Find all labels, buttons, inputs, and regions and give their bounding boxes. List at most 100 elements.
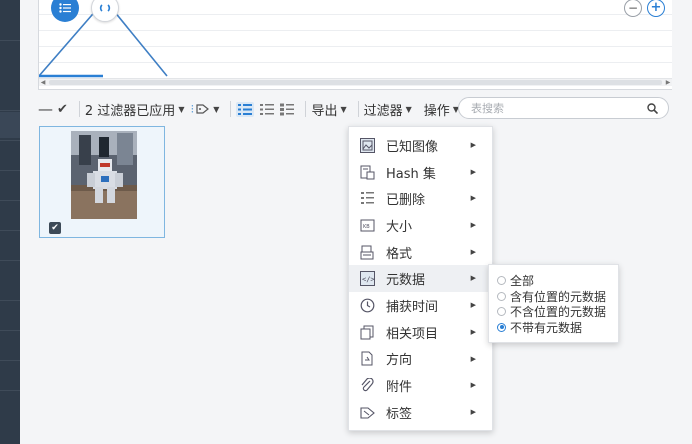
toolbar-divider (78, 101, 80, 117)
menu-item-attachment[interactable]: 附件 ▶ (349, 372, 492, 399)
scroll-left-icon[interactable]: ◀ (39, 79, 47, 87)
scrollbar-thumb[interactable] (49, 80, 662, 85)
metadata-icon: </> (359, 271, 375, 287)
related-items-icon (359, 324, 375, 340)
minus-icon: − (627, 1, 639, 15)
export-dropdown[interactable]: 导出 ▼ (311, 100, 346, 119)
search-icon[interactable] (647, 102, 658, 114)
submenu-arrow-icon: ▶ (470, 221, 476, 230)
rail-divider (0, 260, 20, 261)
submenu-arrow-icon: ▶ (470, 354, 476, 363)
rail-divider (0, 40, 20, 41)
list-view-button[interactable] (260, 103, 275, 116)
grid-view-button[interactable] (236, 101, 255, 117)
filter-label: 过滤器 (363, 103, 403, 119)
export-label: 导出 (311, 103, 338, 119)
menu-item-tag[interactable]: 标签 ▶ (349, 399, 492, 426)
view-detail-icon (238, 103, 253, 115)
action-label: 操作 (423, 103, 450, 119)
svg-text:KB: KB (363, 224, 370, 230)
submenu-arrow-icon: ▶ (470, 407, 476, 416)
tag-icon (196, 104, 210, 114)
rail-divider (0, 330, 20, 331)
menu-item-label: 已知图像 (386, 139, 439, 155)
menu-item-label: 标签 (386, 406, 413, 422)
rail-divider (0, 300, 20, 301)
deleted-icon (359, 191, 375, 207)
known-image-icon (359, 137, 375, 153)
menu-item-known-image[interactable]: 已知图像 ▶ (349, 132, 492, 159)
menu-item-orientation[interactable]: 方向 ▶ (349, 346, 492, 373)
submenu-arrow-icon: ▶ (470, 301, 476, 310)
metadata-submenu: 全部 含有位置的元数据 不含位置的元数据 不带有元数据 (488, 264, 619, 343)
table-view-button[interactable] (280, 103, 295, 116)
radio-label: 全部 (510, 274, 535, 289)
select-all-check-icon[interactable]: ✔ (57, 102, 68, 117)
submenu-arrow-icon: ▶ (470, 141, 476, 149)
tag-icon (359, 404, 375, 420)
filters-applied-label: 2 过滤器已应用 (84, 103, 176, 119)
menu-item-related-items[interactable]: 相关项目 ▶ (349, 319, 492, 346)
menu-item-capture-time[interactable]: 捕获时间 ▶ (349, 292, 492, 319)
rail-divider (0, 140, 20, 141)
filter-menu: 已知图像 ▶ Hash 集 ▶ 已删除 ▶ KB 大小 ▶ 格式 ▶ </> 元… (348, 126, 493, 431)
radio-button[interactable] (497, 291, 506, 301)
menu-item-size[interactable]: KB 大小 ▶ (349, 212, 492, 239)
view-list-icon (260, 103, 275, 115)
filter-dropdown[interactable]: 过滤器 ▼ (364, 100, 412, 119)
toolbar-divider (357, 101, 359, 117)
timeline-scrollbar[interactable]: ◀ ▶ (39, 78, 672, 86)
caret-down-icon: ▼ (213, 104, 220, 114)
menu-item-label: 方向 (386, 353, 413, 369)
clock-icon (359, 297, 375, 313)
results-toolbar: — ✔ 2 过滤器已应用 ▼ ⁝ ▼ 导出 ▼ 过滤器 ▼ 操作 ▼ 表搜索 (38, 97, 672, 121)
left-nav-rail (0, 0, 20, 444)
menu-item-format[interactable]: 格式 ▶ (349, 239, 492, 266)
submenu-arrow-icon: ▶ (470, 274, 476, 283)
rail-divider (0, 230, 20, 231)
hash-set-icon (359, 164, 375, 180)
menu-item-hash-set[interactable]: Hash 集 ▶ (349, 159, 492, 186)
search-input[interactable] (471, 101, 647, 115)
radio-button-selected[interactable] (497, 322, 506, 332)
metadata-option-without-location[interactable]: 不含位置的元数据 (497, 304, 618, 320)
rail-divider (0, 360, 20, 361)
metadata-option-with-location[interactable]: 含有位置的元数据 (497, 289, 618, 305)
menu-item-label: 大小 (386, 219, 413, 235)
menu-item-label: 已删除 (386, 193, 426, 209)
menu-item-label: Hash 集 (386, 166, 436, 182)
submenu-arrow-icon: ▶ (470, 327, 476, 336)
metadata-option-all[interactable]: 全部 (497, 273, 618, 289)
tag-filter-dropdown[interactable]: ⁝ ▼ (190, 102, 219, 116)
submenu-arrow-icon: ▶ (470, 167, 476, 176)
caret-down-icon: ▼ (405, 104, 412, 114)
thumbnail-photo (71, 131, 137, 219)
refresh-icon (99, 4, 111, 12)
metadata-option-no-metadata[interactable]: 不带有元数据 (497, 320, 618, 336)
radio-button[interactable] (497, 276, 506, 286)
action-dropdown[interactable]: 操作 ▼ (424, 100, 459, 119)
view-table-icon (280, 103, 295, 115)
deselect-all-icon[interactable]: — (38, 100, 53, 118)
toolbar-divider (305, 101, 307, 117)
rail-item-active[interactable] (0, 112, 20, 138)
format-icon (359, 244, 375, 260)
menu-item-deleted[interactable]: 已删除 ▶ (349, 185, 492, 212)
image-thumbnail[interactable]: ✔ (39, 126, 165, 238)
list-icon (59, 3, 71, 13)
menu-item-label: 相关项目 (386, 326, 439, 342)
rail-divider (0, 110, 20, 111)
tag-filter-faded-icon: ⁝ (190, 102, 195, 116)
radio-label: 不带有元数据 (510, 320, 583, 335)
rail-divider (0, 200, 20, 201)
table-search-box[interactable] (458, 97, 669, 119)
scroll-right-icon[interactable]: ▶ (664, 79, 672, 87)
svg-text:</>: </> (362, 276, 375, 284)
toolbar-divider (230, 101, 232, 117)
filters-applied-dropdown[interactable]: 2 过滤器已应用 ▼ (85, 100, 185, 119)
caret-down-icon: ▼ (178, 104, 185, 114)
radio-label: 含有位置的元数据 (510, 289, 607, 304)
menu-item-metadata[interactable]: </> 元数据 ▶ (349, 265, 492, 293)
radio-button[interactable] (497, 307, 506, 317)
thumbnail-checkbox[interactable]: ✔ (49, 222, 61, 234)
